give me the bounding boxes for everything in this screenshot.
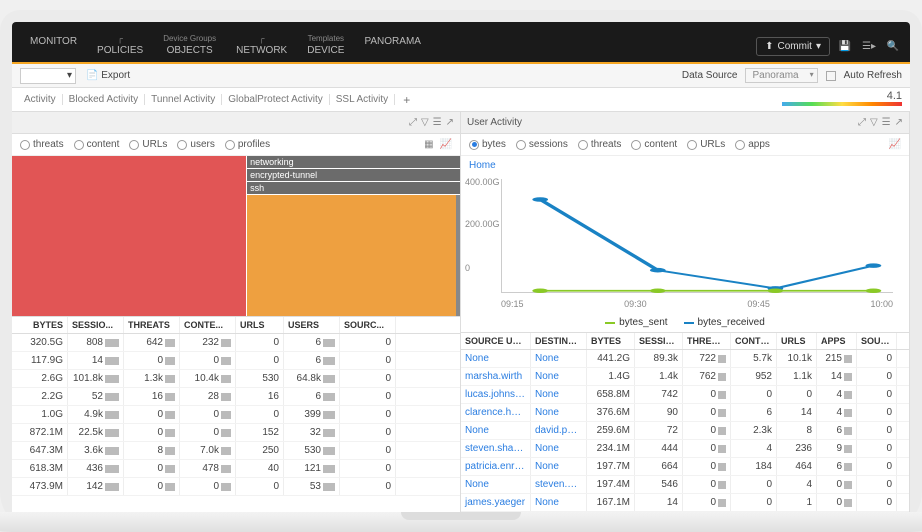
home-breadcrumb[interactable]: Home [461,156,909,175]
expand-icon[interactable]: ⤢ [409,117,417,128]
left-filter-bar: threats content URLs users profiles ▦ 📈 [12,134,460,156]
app-panel: ⤢ ▽ ☰ ↗ threats content URLs users profi… [12,112,461,512]
table-row[interactable]: 473.9M142000530 [12,478,460,496]
radio-content[interactable]: content [74,139,120,150]
right-table: SOURCE USER DESTINATI... BYTES SESSIO...… [461,332,909,512]
right-filter-bar: bytes sessions threats content URLs apps… [461,134,909,156]
radio-apps[interactable]: apps [735,139,770,150]
treemap-view-icon[interactable]: ▦ [424,139,433,150]
panel-title-right: User Activity [467,117,522,128]
table-row[interactable]: 618.3M4360478401210 [12,460,460,478]
save-icon[interactable]: 💾 [836,38,854,56]
treemap-label-encrypted[interactable]: encrypted-tunnel [247,169,460,182]
radio-users[interactable]: users [177,139,214,150]
table-row[interactable]: lucas.johnstonNone658.8M74200040 [461,386,909,404]
radio-sessions[interactable]: sessions [516,139,568,150]
list-icon[interactable]: ☰ [433,117,442,128]
radio-urls[interactable]: URLs [129,139,167,150]
radio-profiles[interactable]: profiles [225,139,270,150]
user-chart: 400.00G 200.00G 0 09:15 09:30 09:45 10:0… [461,175,909,315]
table-row[interactable]: marsha.wirthNone1.4G1.4k7629521.1k140 [461,368,909,386]
toolbar: ▾ 📄 Export Data Source Panorama Auto Ref… [12,64,910,88]
task-icon[interactable]: ☰▸ [860,38,878,56]
table-header: SOURCE USER DESTINATI... BYTES SESSIO...… [461,332,909,350]
tab-blocked[interactable]: Blocked Activity [63,94,145,105]
chart-lines [501,179,893,293]
table-row[interactable]: NoneNone441.2G89.3k7225.7k10.1k2150 [461,350,909,368]
export-button[interactable]: 📄 Export [86,70,130,81]
menu-policies[interactable]: ┌POLICIES [87,34,153,56]
table-row[interactable]: patricia.enriquNone197.7M664018446460 [461,458,909,476]
table-row[interactable]: 2.6G101.8k1.3k10.4k53064.8k0 [12,370,460,388]
laptop-base [0,512,922,532]
data-source-label: Data Source [682,70,738,81]
data-source-select[interactable]: Panorama [745,68,817,83]
popout-icon[interactable]: ↗ [446,117,454,128]
filter-icon[interactable]: ▽ [870,117,878,128]
add-tab-button[interactable]: + [395,93,418,107]
top-menu-bar: MONITOR ┌POLICIES Device GroupsOBJECTS ┌… [12,22,910,62]
table-row[interactable]: 647.3M3.6k87.0k2505300 [12,442,460,460]
list-icon[interactable]: ☰ [882,117,891,128]
table-row[interactable]: steven.sharmaNone234.1M4440423690 [461,440,909,458]
treemap[interactable]: networking encrypted-tunnel ssh [12,156,460,316]
menu-panorama[interactable]: PANORAMA [354,34,431,56]
tab-activity[interactable]: Activity [18,94,63,105]
table-row[interactable]: clarence.hujerNone376.6M90061440 [461,404,909,422]
chart-legend: bytes_sent bytes_received [461,315,909,332]
context-select[interactable]: ▾ [20,68,76,84]
treemap-block-large[interactable] [12,156,247,316]
popout-icon[interactable]: ↗ [895,117,903,128]
threat-meter: 4.1 [782,90,902,106]
left-table: BYTES SESSIO... THREATS CONTE... URLS US… [12,316,460,496]
treemap-label-networking[interactable]: networking [247,156,460,169]
chart-view-icon[interactable]: 📈 [440,139,452,150]
radio-content2[interactable]: content [631,139,677,150]
menu-objects[interactable]: Device GroupsOBJECTS [153,34,226,56]
table-row[interactable]: 872.1M22.5k00152320 [12,424,460,442]
radio-bytes[interactable]: bytes [469,139,506,150]
table-header: BYTES SESSIO... THREATS CONTE... URLS US… [12,316,460,334]
screen: MONITOR ┌POLICIES Device GroupsOBJECTS ┌… [12,22,910,512]
activity-tabs: Activity Blocked Activity Tunnel Activit… [12,88,910,112]
user-panel: User Activity ⤢ ▽ ☰ ↗ bytes sessions thr… [461,112,910,512]
tab-tunnel[interactable]: Tunnel Activity [145,94,222,105]
table-row[interactable]: 117.9G1400060 [12,352,460,370]
table-row[interactable]: Nonedavid.poster259.6M7202.3k860 [461,422,909,440]
table-row[interactable]: 2.2G5216281660 [12,388,460,406]
tab-ssl[interactable]: SSL Activity [330,94,395,105]
chart-view-icon[interactable]: 📈 [889,139,901,150]
treemap-block-side[interactable] [456,195,460,316]
auto-refresh-label: Auto Refresh [844,70,902,81]
radio-threats2[interactable]: threats [578,139,622,150]
table-row[interactable]: 1.0G4.9k0003990 [12,406,460,424]
table-row[interactable]: Nonesteven.shar...197.4M54600400 [461,476,909,494]
commit-button[interactable]: ⬆Commit▾ [756,37,830,56]
table-row[interactable]: 320.5G808642232060 [12,334,460,352]
tab-globalprotect[interactable]: GlobalProtect Activity [222,94,329,105]
search-icon[interactable]: 🔍 [884,38,902,56]
auto-refresh-checkbox[interactable] [826,71,836,81]
menu-network[interactable]: ┌NETWORK [226,34,297,56]
menu-device[interactable]: TemplatesDEVICE [297,34,354,56]
treemap-label-ssh[interactable]: ssh [247,182,460,195]
treemap-block-ssh[interactable] [247,195,456,316]
filter-icon[interactable]: ▽ [421,117,429,128]
laptop-frame: MONITOR ┌POLICIES Device GroupsOBJECTS ┌… [0,10,922,532]
radio-urls2[interactable]: URLs [687,139,725,150]
table-row[interactable]: james.yaegerNone167.1M1400100 [461,494,909,512]
expand-icon[interactable]: ⤢ [858,117,866,128]
menu-monitor[interactable]: MONITOR [20,34,87,56]
radio-threats[interactable]: threats [20,139,64,150]
